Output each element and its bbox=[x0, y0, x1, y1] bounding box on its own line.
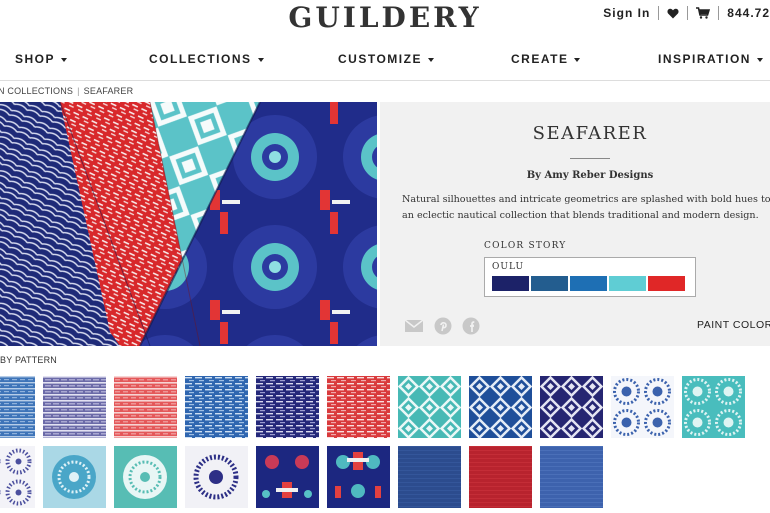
pattern-tile[interactable] bbox=[43, 446, 106, 508]
caret-down-icon bbox=[427, 57, 434, 62]
pattern-tile[interactable] bbox=[327, 446, 390, 508]
pattern-tile[interactable] bbox=[398, 376, 461, 438]
description-line: an eclectic nautical collection that ble… bbox=[402, 210, 759, 221]
color-story-name: OULU bbox=[492, 262, 525, 272]
divider bbox=[718, 6, 720, 20]
caret-down-icon bbox=[257, 57, 264, 62]
nav-customize[interactable]: CUSTOMIZE bbox=[338, 52, 434, 66]
caret-down-icon bbox=[574, 57, 581, 62]
description-line: Natural silhouettes and intricate geomet… bbox=[402, 194, 770, 205]
pinterest-icon[interactable] bbox=[434, 317, 452, 335]
pattern-tile[interactable] bbox=[0, 376, 35, 438]
title-divider bbox=[570, 158, 610, 159]
pattern-tile[interactable] bbox=[256, 376, 319, 438]
pattern-tile[interactable] bbox=[540, 376, 603, 438]
color-swatch[interactable] bbox=[531, 276, 568, 291]
pattern-tile[interactable] bbox=[682, 376, 745, 438]
pattern-tile[interactable] bbox=[540, 446, 603, 508]
sign-in-link[interactable]: Sign In bbox=[603, 6, 650, 20]
pattern-tile[interactable] bbox=[256, 446, 319, 508]
color-swatch[interactable] bbox=[648, 276, 685, 291]
nav-collections[interactable]: COLLECTIONS bbox=[149, 52, 264, 66]
caret-down-icon bbox=[61, 57, 68, 62]
pattern-tile[interactable] bbox=[469, 446, 532, 508]
facebook-icon[interactable] bbox=[462, 317, 480, 335]
pattern-tile[interactable] bbox=[185, 446, 248, 508]
nav-label: SHOP bbox=[15, 52, 56, 66]
pattern-tile[interactable] bbox=[469, 376, 532, 438]
color-swatch[interactable] bbox=[609, 276, 646, 291]
caret-down-icon bbox=[756, 57, 763, 62]
pattern-tile[interactable] bbox=[185, 376, 248, 438]
pattern-tile[interactable] bbox=[327, 376, 390, 438]
collection-hero-image bbox=[0, 102, 377, 346]
section-label: BY PATTERN bbox=[0, 355, 58, 365]
divider bbox=[687, 6, 689, 20]
paint-color-link[interactable]: PAINT COLOR bbox=[697, 319, 770, 331]
cart-icon[interactable] bbox=[696, 7, 711, 19]
breadcrumb-separator: | bbox=[77, 86, 80, 96]
color-swatch[interactable] bbox=[570, 276, 607, 291]
color-story-label: COLOR STORY bbox=[484, 241, 567, 251]
collection-author[interactable]: By Amy Reber Designs bbox=[380, 170, 770, 181]
email-icon[interactable] bbox=[404, 317, 424, 335]
heart-icon[interactable] bbox=[667, 8, 679, 19]
color-story-box[interactable]: OULU bbox=[484, 257, 696, 297]
divider bbox=[658, 6, 660, 20]
utility-links: Sign In 844.72 bbox=[603, 5, 770, 21]
nav-label: CREATE bbox=[511, 52, 569, 66]
collection-info-panel: SEAFARER By Amy Reber Designs Natural si… bbox=[380, 102, 770, 346]
pattern-tile[interactable] bbox=[611, 376, 674, 438]
nav-create[interactable]: CREATE bbox=[511, 52, 581, 66]
pattern-tile[interactable] bbox=[43, 376, 106, 438]
nav-divider bbox=[0, 80, 770, 81]
collection-description: Natural silhouettes and intricate geomet… bbox=[402, 192, 770, 224]
pattern-tile[interactable] bbox=[0, 446, 35, 508]
nav-label: COLLECTIONS bbox=[149, 52, 252, 66]
breadcrumb: N COLLECTIONS | SEAFARER bbox=[0, 86, 133, 96]
nav-shop[interactable]: SHOP bbox=[15, 52, 68, 66]
pattern-tile[interactable] bbox=[114, 376, 177, 438]
pattern-tile[interactable] bbox=[398, 446, 461, 508]
main-nav: SHOP COLLECTIONS CUSTOMIZE CREATE INSPIR… bbox=[0, 52, 770, 74]
breadcrumb-current: SEAFARER bbox=[83, 86, 134, 96]
phone-number[interactable]: 844.72 bbox=[727, 6, 770, 20]
nav-inspiration[interactable]: INSPIRATION bbox=[658, 52, 763, 66]
breadcrumb-parent[interactable]: N COLLECTIONS bbox=[0, 86, 73, 96]
nav-label: INSPIRATION bbox=[658, 52, 751, 66]
top-bar: GUILDERY Sign In 844.72 bbox=[0, 0, 770, 42]
color-swatch[interactable] bbox=[492, 276, 529, 291]
nav-label: CUSTOMIZE bbox=[338, 52, 422, 66]
collection-title: SEAFARER bbox=[532, 123, 648, 144]
pattern-tile[interactable] bbox=[114, 446, 177, 508]
